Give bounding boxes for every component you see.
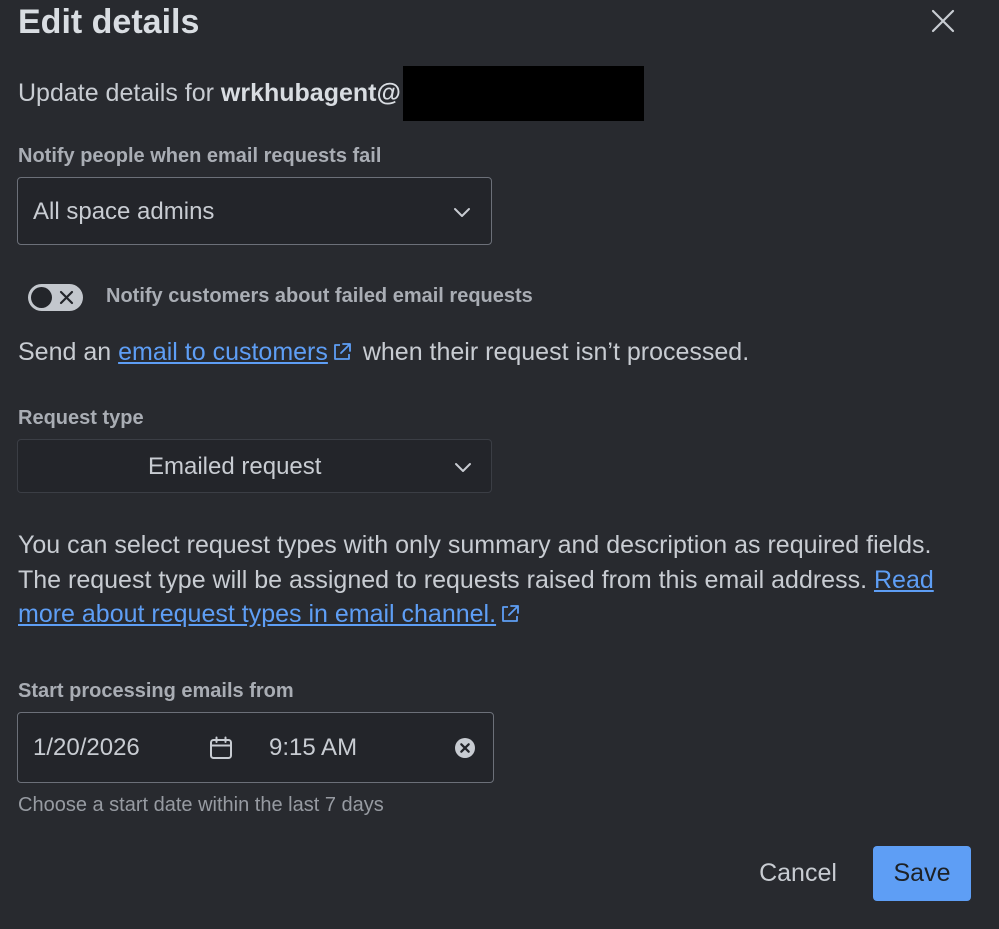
chevron-down-icon xyxy=(454,208,470,217)
clear-icon[interactable] xyxy=(454,737,476,759)
notify-description-text-after: when their request isn’t processed. xyxy=(355,338,750,366)
date-input[interactable]: 1/20/2026 xyxy=(33,734,140,762)
cancel-button[interactable]: Cancel xyxy=(738,846,858,900)
redaction-block xyxy=(403,66,644,121)
request-type-description-text: You can select request types with only s… xyxy=(18,531,932,594)
subtitle-prefix: Update details for xyxy=(18,79,221,107)
toggle-knob xyxy=(31,287,52,308)
request-type-label: Request type xyxy=(18,407,144,429)
start-processing-label: Start processing emails from xyxy=(18,680,294,702)
notify-customers-toggle[interactable] xyxy=(28,284,83,311)
request-type-description: You can select request types with only s… xyxy=(18,528,978,632)
toggle-off-x-icon xyxy=(59,290,74,305)
chevron-down-icon xyxy=(455,463,471,472)
close-button[interactable] xyxy=(928,6,958,36)
notify-people-label: Notify people when email requests fail xyxy=(18,145,382,167)
notify-description-text-before: Send an xyxy=(18,338,119,366)
time-input[interactable]: 9:15 AM xyxy=(269,734,357,762)
notify-people-value: All space admins xyxy=(33,198,215,225)
dialog-title: Edit details xyxy=(18,3,200,41)
request-type-value: Emailed request xyxy=(148,453,322,480)
notify-customers-label: Notify customers about failed email requ… xyxy=(106,285,533,307)
save-button[interactable]: Save xyxy=(873,846,971,901)
email-to-customers-link[interactable]: email to customers xyxy=(118,338,328,366)
request-type-select[interactable]: Emailed request xyxy=(17,439,492,493)
start-datetime-field: 1/20/2026 9:15 AM xyxy=(17,712,494,783)
external-link-icon xyxy=(333,343,351,360)
notify-customers-description: Send an email to customers when their re… xyxy=(18,335,749,370)
close-icon xyxy=(931,9,955,33)
calendar-icon[interactable] xyxy=(208,735,234,761)
subtitle-email: wrkhubagent@ xyxy=(220,79,401,107)
notify-people-select[interactable]: All space admins xyxy=(17,177,492,245)
dialog-subtitle: Update details for wrkhubagent@ xyxy=(18,77,401,109)
external-link-icon xyxy=(502,605,519,622)
start-date-helper-text: Choose a start date within the last 7 da… xyxy=(18,794,384,816)
